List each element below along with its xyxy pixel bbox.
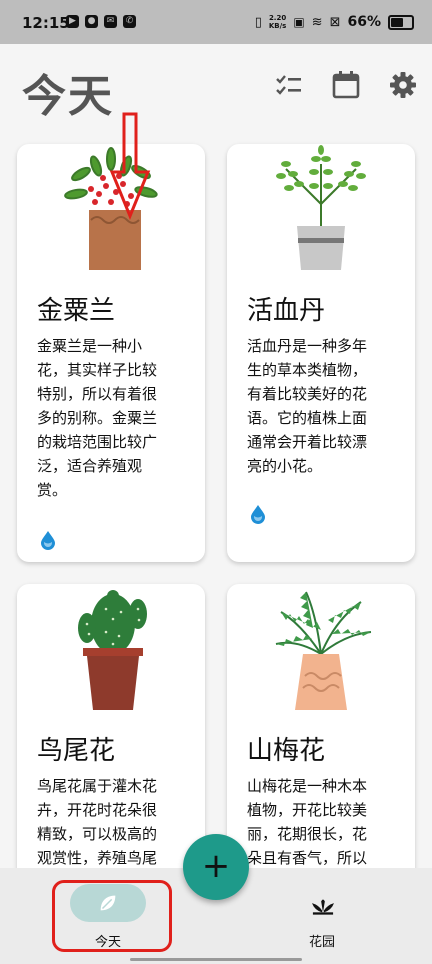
desc-line: 赏。 — [37, 481, 68, 499]
desc-line: 泛，适合养殖观 — [37, 457, 143, 475]
desc-line: 观赏性，养殖鸟尾 — [37, 849, 158, 867]
network-speed-unit: KB/s — [268, 22, 287, 30]
desc-line: 多的别称。金粟兰 — [37, 409, 158, 427]
desc-line: 活血丹是一种多年 — [247, 337, 368, 355]
nav-garden-label[interactable]: 花园 — [309, 931, 335, 950]
settings-gear-icon[interactable] — [388, 70, 418, 100]
desc-line: 金粟兰是一种小 — [37, 337, 143, 355]
desc-line: 有着比较美好的花 — [247, 385, 368, 403]
plant-name: 山梅花 — [247, 736, 326, 766]
wifi-icon: ≋ — [311, 14, 323, 30]
desc-line: 通常会开着比较漂 — [247, 433, 368, 451]
plant-card-4[interactable]: 山梅花 山梅花是一种木本 植物，开花比较美 丽，花期很长，花 朵且有香气，所以 — [227, 584, 415, 884]
desc-line: 生的草本类植物， — [247, 361, 368, 379]
desc-line: 精致，可以极高的 — [37, 825, 158, 843]
plant-description: 金粟兰是一种小 花，其实样子比较 特别，所以有着很 多的别称。金粟兰 的栽培范围… — [37, 334, 189, 502]
water-drop-icon — [41, 531, 55, 550]
page-title: 今天 — [22, 71, 114, 122]
status-bar: 12:15 ▶ ● ✉ ✆ ▯ 2.20 KB/s ▣ ≋ ⊠ 66% — [0, 0, 432, 44]
mail-notification-icon: ✉ — [104, 15, 117, 28]
status-time: 12:15 — [22, 14, 70, 32]
no-signal-icon: ⊠ — [329, 14, 341, 30]
desc-line: 植物，开花比较美 — [247, 801, 368, 819]
network-speed-value: 2.20 — [268, 14, 287, 22]
plant-description: 活血丹是一种多年 生的草本类植物， 有着比较美好的花 语。它的植株上面 通常会开… — [247, 334, 399, 478]
garden-plant-icon[interactable] — [309, 894, 337, 916]
add-plant-button[interactable]: + — [183, 834, 249, 900]
network-speed: 2.20 KB/s — [269, 14, 286, 30]
play-notification-icon: ▶ — [66, 15, 79, 28]
annotation-highlight-box — [52, 880, 172, 952]
annotation-arrow-icon — [109, 112, 151, 220]
app-notification-icon: ● — [85, 15, 98, 28]
desc-line: 山梅花是一种木本 — [247, 777, 368, 795]
battery-percent: 66% — [347, 14, 381, 30]
desc-line: 朵且有香气，所以 — [247, 849, 368, 867]
home-indicator[interactable] — [130, 958, 302, 961]
plant-description: 鸟尾花属于灌木花 卉，开花时花朵很 精致，可以极高的 观赏性，养殖鸟尾 — [37, 774, 189, 870]
plant-name: 金粟兰 — [37, 296, 116, 326]
palm-pot-icon — [275, 591, 372, 710]
plant-name: 鸟尾花 — [37, 736, 116, 766]
calendar-icon[interactable] — [331, 70, 361, 100]
plant-description: 山梅花是一种木本 植物，开花比较美 丽，花期很长，花 朵且有香气，所以 — [247, 774, 399, 870]
plant-name: 活血丹 — [247, 296, 326, 326]
desc-line: 亮的小花。 — [247, 457, 323, 475]
desc-line: 特别，所以有着很 — [37, 385, 158, 403]
checklist-icon[interactable] — [274, 70, 304, 100]
plant-pot-grey-icon — [276, 145, 366, 270]
chat-notification-icon: ✆ — [123, 15, 136, 28]
water-drop-icon — [251, 505, 265, 524]
vibrate-icon: ▯ — [254, 14, 262, 30]
desc-line: 花，其实样子比较 — [37, 361, 158, 379]
notification-icons: ▶ ● ✉ ✆ — [66, 15, 136, 28]
status-right: ▯ 2.20 KB/s ▣ ≋ ⊠ 66% — [255, 14, 414, 30]
desc-line: 丽，花期很长，花 — [247, 825, 368, 843]
battery-icon — [388, 14, 414, 30]
desc-line: 鸟尾花属于灌木花 — [37, 777, 158, 795]
desc-line: 的栽培范围比较广 — [37, 433, 158, 451]
desc-line: 卉，开花时花朵很 — [37, 801, 158, 819]
plant-card-3[interactable]: 鸟尾花 鸟尾花属于灌木花 卉，开花时花朵很 精致，可以极高的 观赏性，养殖鸟尾 — [17, 584, 205, 884]
desc-line: 语。它的植株上面 — [247, 409, 368, 427]
sim-icon: ▣ — [293, 15, 305, 29]
plant-card-2[interactable]: 活血丹 活血丹是一种多年 生的草本类植物， 有着比较美好的花 语。它的植株上面 … — [227, 144, 415, 562]
cactus-pot-icon — [78, 590, 147, 710]
